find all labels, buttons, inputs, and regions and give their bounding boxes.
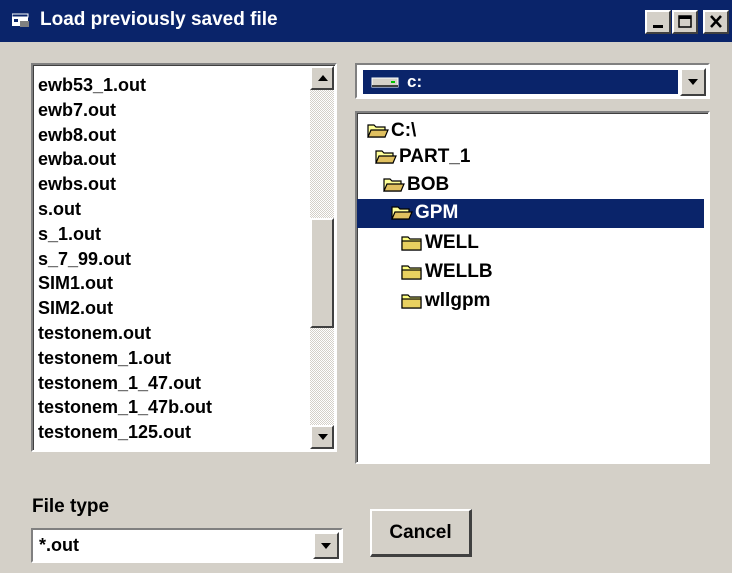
chevron-down-icon xyxy=(321,543,331,549)
scroll-up-button[interactable] xyxy=(310,66,334,90)
cancel-button[interactable]: Cancel xyxy=(370,509,472,557)
folder-open-icon xyxy=(367,121,389,149)
close-icon xyxy=(710,15,722,28)
maximize-button[interactable] xyxy=(672,10,698,34)
folder-icon xyxy=(401,233,423,261)
file-type-value: *.out xyxy=(39,535,79,555)
folder-icon xyxy=(401,291,423,319)
file-list-item[interactable]: ewbs.out xyxy=(38,172,116,196)
file-list-item[interactable]: testonem_1.out xyxy=(38,346,171,370)
folder-open-icon xyxy=(375,147,397,175)
folder-icon xyxy=(401,262,423,290)
file-list[interactable]: ewb53_1.out ewb7.out ewb8.out ewba.out ewbs.… xyxy=(31,63,337,452)
file-list-item[interactable]: ewb8.out xyxy=(38,123,116,147)
directory-item-label: C:\ xyxy=(391,120,417,141)
file-type-dropdown-button[interactable] xyxy=(313,532,339,559)
file-list-item[interactable]: s_1.out xyxy=(38,222,101,246)
title-bar[interactable]: Load previously saved file xyxy=(0,0,732,42)
scroll-down-button[interactable] xyxy=(310,425,334,449)
load-file-dialog: Load previously saved file ewb53_1.out ew… xyxy=(0,0,732,573)
file-list-item[interactable]: SIM1.out xyxy=(38,271,113,295)
window-title: Load previously saved file xyxy=(40,9,278,30)
chevron-down-icon xyxy=(688,79,698,85)
arrow-up-icon xyxy=(318,75,328,81)
file-type-combo[interactable]: *.out xyxy=(31,528,343,563)
minimize-button[interactable] xyxy=(645,10,671,34)
directory-item-label: GPM xyxy=(415,202,459,223)
directory-item-label: PART_1 xyxy=(399,146,471,167)
file-list-item[interactable]: testonem_1_47b.out xyxy=(38,395,212,419)
directory-item-label: WELL xyxy=(425,232,479,253)
file-list-item[interactable]: SIM2.out xyxy=(38,296,113,320)
file-list-item[interactable]: s.out xyxy=(38,197,81,221)
folder-open-icon xyxy=(383,175,405,203)
scroll-thumb[interactable] xyxy=(310,218,334,328)
file-list-item[interactable]: ewb7.out xyxy=(38,98,116,122)
minimize-icon xyxy=(653,25,663,28)
drive-combo[interactable]: c: xyxy=(355,63,710,99)
close-button[interactable] xyxy=(703,10,729,34)
drive-dropdown-button[interactable] xyxy=(680,68,706,96)
file-list-scrollbar[interactable] xyxy=(310,66,334,449)
folder-open-icon xyxy=(391,203,413,231)
drive-selection: c: xyxy=(363,70,678,94)
directory-item-label: WELLB xyxy=(425,261,493,282)
file-type-label: File type xyxy=(32,496,110,517)
file-list-item[interactable]: testonem_125.out xyxy=(38,420,191,444)
app-icon xyxy=(11,13,32,29)
directory-item-label: wllgpm xyxy=(425,290,491,311)
file-list-item[interactable]: ewb53_1.out xyxy=(38,73,146,97)
file-list-item[interactable]: ewba.out xyxy=(38,147,116,171)
maximize-icon xyxy=(678,15,692,28)
file-list-item[interactable]: testonem.out xyxy=(38,321,151,345)
file-list-item[interactable]: testonem_1_47.out xyxy=(38,371,201,395)
drive-icon xyxy=(371,74,401,95)
drive-value: c: xyxy=(407,72,423,91)
directory-item-label: BOB xyxy=(407,174,450,195)
arrow-down-icon xyxy=(318,434,328,440)
directory-list[interactable]: C:\ PART_1 BOB GPM WELL WELLB wllgpm xyxy=(355,111,710,464)
file-list-item[interactable]: s_7_99.out xyxy=(38,247,131,271)
